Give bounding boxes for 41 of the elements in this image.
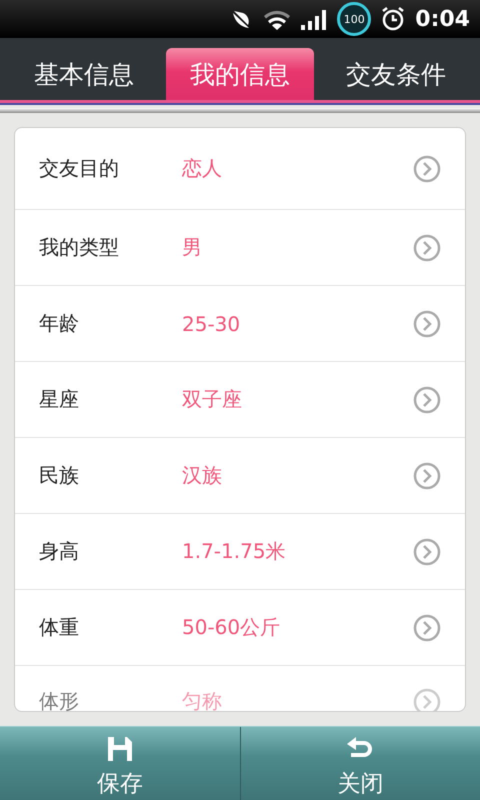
- chevron-icon: [413, 234, 441, 262]
- list-row[interactable]: 身高 1.7-1.75米: [15, 514, 465, 590]
- field-value: 男: [182, 234, 203, 261]
- list-row[interactable]: 民族 汉族: [15, 438, 465, 514]
- field-value: 1.7-1.75米: [182, 538, 287, 565]
- tab[interactable]: 我的信息: [166, 48, 314, 100]
- chevron-icon: [413, 310, 441, 338]
- chevron-icon: [413, 154, 441, 182]
- clock-time: 0:04: [415, 6, 470, 32]
- field-label: 体重: [39, 614, 80, 641]
- field-value: 恋人: [182, 155, 223, 182]
- field-value: 双子座: [182, 386, 243, 413]
- list-row[interactable]: 星座 双子座: [15, 362, 465, 438]
- chevron-icon: [413, 614, 441, 642]
- field-value: 25-30: [182, 312, 242, 336]
- wifi-icon: [263, 8, 292, 30]
- save-button[interactable]: 保存: [0, 727, 240, 800]
- field-label: 我的类型: [39, 234, 120, 261]
- alarm-clock-icon: [381, 6, 406, 32]
- close-button[interactable]: 关闭: [240, 727, 480, 800]
- chevron-icon: [413, 688, 441, 711]
- list-row[interactable]: 体重 50-60公斤: [15, 590, 465, 666]
- chevron-icon: [413, 386, 441, 414]
- tab[interactable]: 基本信息: [10, 48, 158, 100]
- signal-icon: [301, 8, 328, 30]
- field-value: 50-60公斤: [182, 614, 282, 641]
- list-row[interactable]: 我的类型 男: [15, 210, 465, 286]
- chevron-icon: [413, 462, 441, 490]
- list-row[interactable]: 年龄 25-30: [15, 286, 465, 362]
- field-label: 身高: [39, 538, 80, 565]
- field-label: 交友目的: [39, 155, 120, 182]
- field-value: 匀称: [182, 688, 223, 711]
- field-label: 体形: [39, 688, 80, 711]
- field-label: 民族: [39, 462, 80, 489]
- list-row[interactable]: 交友目的 恋人: [15, 128, 465, 210]
- tab[interactable]: 交友条件: [322, 48, 470, 100]
- field-label: 星座: [39, 386, 80, 413]
- chevron-icon: [413, 538, 441, 566]
- field-label: 年龄: [39, 310, 80, 337]
- battery-indicator: 100: [337, 2, 372, 36]
- field-value: 汉族: [182, 462, 223, 489]
